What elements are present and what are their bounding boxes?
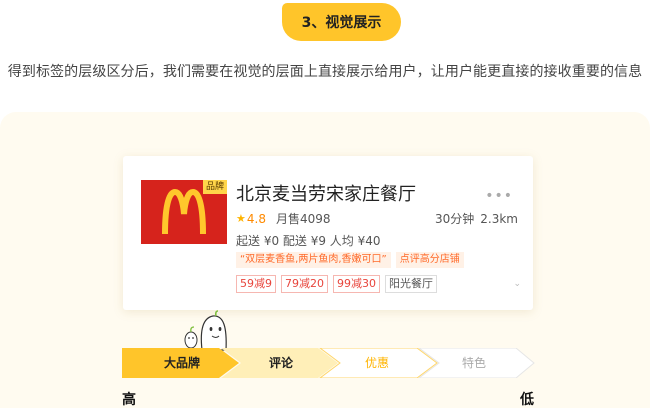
delivery-time: 30分钟 xyxy=(434,212,475,226)
intro-text: 得到标签的层级区分后，我们需要在视觉的层面上直接展示给用户，让用户能更直接的接收… xyxy=(7,64,643,80)
chevron-down-icon[interactable]: ⌄ xyxy=(513,279,521,289)
brand-badge: 品牌 xyxy=(202,180,227,194)
monthly-sales: 月售4098 xyxy=(275,212,331,226)
priority-high-label: 高 xyxy=(122,392,136,408)
store-fees: 起送 ¥0 配送 ¥9 人均 ¥40 xyxy=(236,234,381,248)
step-label-brand: 大品牌 xyxy=(164,356,201,370)
section-title-pill: 3、视觉展示 xyxy=(282,3,401,41)
mcdonalds-logo-icon xyxy=(162,188,206,235)
top-rated-tag: 点评高分店铺 xyxy=(395,252,464,268)
location-tag: 阳光餐厅 xyxy=(385,275,437,293)
discount-tag: 99减30 xyxy=(333,275,380,293)
store-card[interactable]: 品牌 北京麦当劳宋家庄餐厅 ••• ★ 4.8 月售4098 30分钟 2.3k… xyxy=(123,156,533,310)
discount-tags: 59减9 79减20 99减30 阳光餐厅 ⌄ xyxy=(236,275,521,293)
discount-tag: 79减20 xyxy=(281,275,328,293)
store-name[interactable]: 北京麦当劳宋家庄餐厅 xyxy=(236,180,416,206)
priority-low-label: 低 xyxy=(520,392,534,408)
mascot-icon xyxy=(183,310,228,351)
star-icon: ★ xyxy=(236,212,246,225)
section-title: 3、视觉展示 xyxy=(301,15,382,31)
more-dots-icon[interactable]: ••• xyxy=(485,188,513,204)
store-rating: 4.8 xyxy=(246,211,266,226)
recommend-dish-tag: “双层麦香鱼,两片鱼肉,香嫩可口” xyxy=(236,252,391,268)
highlight-tags: “双层麦香鱼,两片鱼肉,香嫩可口” 点评高分店铺 xyxy=(236,252,464,268)
distance: 2.3km xyxy=(480,211,518,226)
step-label-review: 评论 xyxy=(269,356,294,370)
step-label-discount: 优惠 xyxy=(365,356,390,370)
discount-tag: 59减9 xyxy=(236,275,276,293)
store-stats-row: ★ 4.8 月售4098 30分钟 2.3km xyxy=(236,210,518,227)
store-logo: 品牌 xyxy=(141,180,227,244)
step-label-feature: 特色 xyxy=(462,356,487,370)
